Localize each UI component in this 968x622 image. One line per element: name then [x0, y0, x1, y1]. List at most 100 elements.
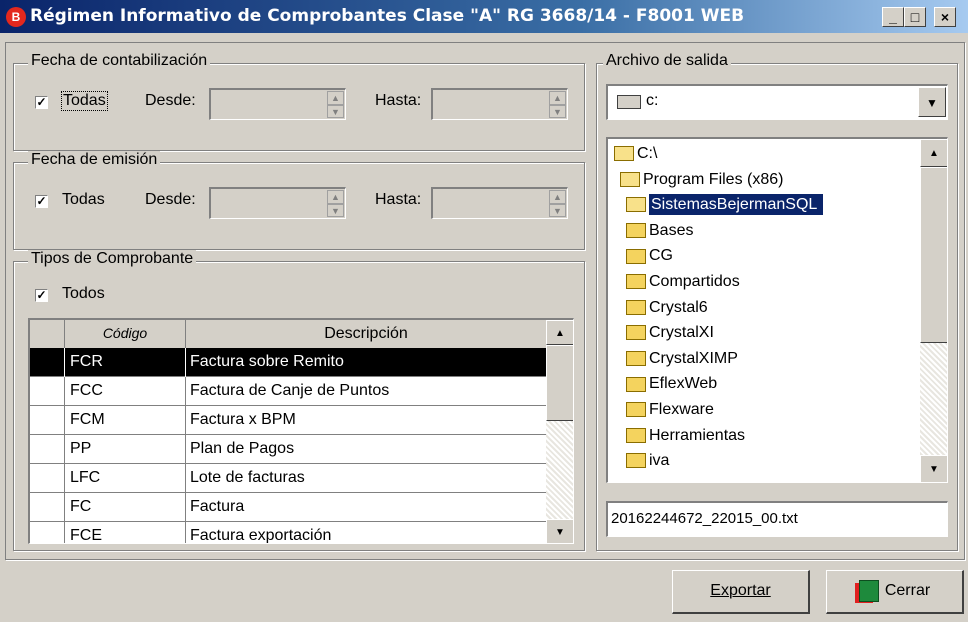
window-title: Régimen Informativo de Comprobantes Clas… — [30, 6, 745, 26]
folder-scroll-thumb[interactable] — [920, 167, 947, 343]
cell-codigo: FCC — [70, 382, 103, 399]
cell-descripcion: Factura sobre Remito — [190, 353, 344, 370]
todas-checkbox[interactable]: ✓ — [35, 96, 48, 109]
hasta-emision-label: Hasta: — [375, 191, 422, 208]
cell-descripcion: Factura x BPM — [190, 411, 296, 428]
close-button[interactable]: × — [934, 7, 956, 27]
desde-emision-spinner[interactable]: ▲ ▼ — [327, 190, 344, 217]
cell-codigo: FC — [70, 498, 92, 515]
tipos-comprobante-legend: Tipos de Comprobante — [28, 250, 197, 268]
table-row[interactable]: FCE Factura exportación — [30, 522, 546, 544]
hasta-label: Hasta: — [375, 92, 422, 109]
folder-tree[interactable]: C:\ Program Files (x86) SistemasBejermanSQ… — [606, 137, 948, 483]
cell-codigo: PP — [70, 440, 92, 457]
exportar-button[interactable]: Exportar — [672, 570, 810, 614]
cell-descripcion: Factura de Canje de Puntos — [190, 382, 390, 399]
folder-icon — [626, 402, 646, 418]
table-row[interactable]: FCC Factura de Canje de Puntos — [30, 377, 546, 406]
door-exit-icon — [858, 579, 879, 602]
table-row[interactable]: FCM Factura x BPM — [30, 406, 546, 435]
folder-item[interactable]: Bases — [626, 218, 693, 244]
folder-item[interactable]: SistemasBejermanSQL — [626, 192, 824, 218]
cerrar-label: Cerrar — [884, 582, 931, 599]
fecha-emision-legend: Fecha de emisión — [28, 151, 161, 169]
scroll-down-button[interactable]: ▼ — [546, 519, 573, 543]
desde-spinner[interactable]: ▲ ▼ — [327, 91, 344, 118]
folder-item[interactable]: CrystalXI — [626, 320, 714, 346]
folder-open-icon — [620, 171, 640, 187]
folder-label: EflexWeb — [649, 375, 718, 393]
table-row[interactable]: LFC Lote de facturas — [30, 464, 546, 493]
folder-item[interactable]: Herramientas — [626, 423, 745, 449]
table-row[interactable]: FC Factura — [30, 493, 546, 522]
folder-label: Compartidos — [649, 273, 740, 290]
drive-select[interactable]: c: ▼ — [606, 84, 948, 120]
hasta-date-field[interactable]: ▲ ▼ — [431, 88, 568, 120]
todas-label[interactable]: Todas — [61, 91, 108, 111]
folder-item[interactable]: C:\ — [614, 141, 657, 167]
folder-icon — [626, 351, 646, 367]
folder-item[interactable]: Program Files (x86) — [620, 167, 783, 193]
cell-codigo: LFC — [70, 469, 101, 486]
hasta-emision-spinner[interactable]: ▲ ▼ — [549, 190, 566, 217]
app-logo-icon: B — [6, 7, 26, 27]
todos-checkbox[interactable]: ✓ — [35, 289, 48, 302]
maximize-button[interactable]: □ — [904, 7, 926, 27]
todas-emision-checkbox[interactable]: ✓ — [35, 195, 48, 208]
folder-scroll-down-button[interactable]: ▼ — [920, 455, 947, 482]
folder-label: Flexware — [649, 401, 714, 418]
column-header-codigo[interactable]: Código — [66, 325, 184, 341]
cell-descripcion: Factura — [190, 498, 245, 515]
table-scrollbar[interactable]: ▲ ▼ — [546, 320, 573, 543]
folder-icon — [626, 223, 646, 239]
folder-scrollbar[interactable]: ▲ ▼ — [920, 139, 947, 482]
cell-codigo: FCR — [70, 353, 103, 370]
folder-icon — [626, 299, 646, 315]
folder-item[interactable]: Compartidos — [626, 269, 740, 295]
desde-emision-date-field[interactable]: ▲ ▼ — [209, 187, 346, 219]
folder-scroll-up-button[interactable]: ▲ — [920, 139, 947, 167]
comprobantes-table[interactable]: Código Descripción FCR Factura sobre Remi… — [28, 318, 574, 544]
folder-label: Program Files (x86) — [643, 170, 784, 188]
scroll-thumb[interactable] — [546, 345, 573, 421]
folder-open-icon — [614, 146, 634, 162]
folder-list: C:\ Program Files (x86) SistemasBejermanSQ… — [608, 139, 920, 482]
cell-codigo: FCM — [70, 411, 105, 428]
filename-input[interactable]: 20162244672_22015_00.txt — [606, 501, 948, 537]
folder-icon — [626, 325, 646, 341]
cell-codigo: FCE — [70, 527, 102, 544]
todos-label: Todos — [62, 285, 105, 302]
table-row[interactable]: FCR Factura sobre Remito — [30, 348, 546, 377]
cell-descripcion: Factura exportación — [190, 527, 332, 544]
todas-emision-label[interactable]: Todas — [62, 191, 105, 209]
table-row[interactable]: PP Plan de Pagos — [30, 435, 546, 464]
folder-label: iva — [649, 452, 670, 470]
cerrar-button[interactable]: Cerrar — [826, 570, 964, 614]
folder-label: CG — [649, 247, 673, 265]
column-header-descripcion[interactable]: Descripción — [187, 325, 545, 343]
hasta-spinner[interactable]: ▲ ▼ — [549, 91, 566, 118]
folder-item[interactable]: CrystalXIMP — [626, 346, 738, 372]
drive-value: c: — [646, 92, 659, 109]
title-bar[interactable]: B Régimen Informativo de Comprobantes Cl… — [0, 0, 968, 33]
folder-item[interactable]: Flexware — [626, 397, 714, 423]
cell-descripcion: Plan de Pagos — [190, 440, 295, 457]
minimize-button[interactable]: _ — [882, 7, 904, 27]
archivo-salida-legend: Archivo de salida — [603, 52, 731, 70]
desde-date-field[interactable]: ▲ ▼ — [209, 88, 346, 120]
drive-icon — [617, 95, 641, 109]
folder-label: Bases — [649, 221, 694, 239]
folder-icon — [626, 274, 646, 290]
hasta-emision-date-field[interactable]: ▲ ▼ — [431, 187, 568, 219]
folder-item[interactable]: iva — [626, 448, 669, 474]
folder-item[interactable]: CG — [626, 243, 673, 269]
folder-icon — [626, 248, 646, 264]
folder-label: CrystalXI — [649, 324, 714, 342]
desde-emision-label: Desde: — [145, 191, 196, 208]
scroll-up-button[interactable]: ▲ — [546, 320, 573, 345]
folder-item[interactable]: EflexWeb — [626, 371, 717, 397]
folder-item[interactable]: Crystal6 — [626, 295, 708, 321]
chevron-down-icon[interactable]: ▼ — [918, 87, 946, 117]
folder-label: C:\ — [637, 145, 658, 162]
table-header: Código Descripción — [30, 320, 546, 349]
